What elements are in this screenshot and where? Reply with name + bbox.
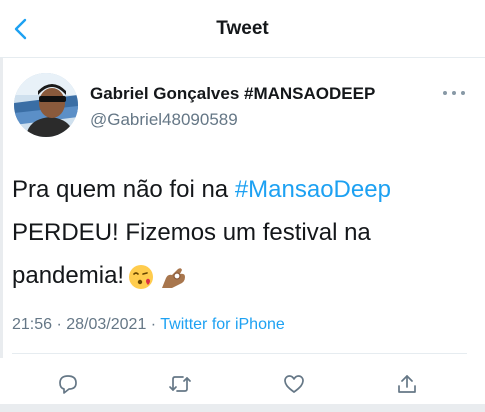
timestamp: 21:56 · 28/03/2021 · <box>12 316 161 333</box>
ok-hand-emoji <box>162 267 186 288</box>
like-button[interactable] <box>278 368 310 400</box>
more-dots-icon <box>443 91 447 95</box>
retweet-button[interactable] <box>164 368 196 400</box>
hashtag-link[interactable]: #MansaoDeep <box>235 176 391 203</box>
tweet-meta: 21:56 · 28/03/2021 · Twitter for iPhone <box>12 316 285 334</box>
tweet-text-part: PERDEU! Fizemos um festival na pandemia! <box>12 219 371 289</box>
reply-icon <box>59 375 77 394</box>
page-title: Tweet <box>216 18 269 39</box>
author-name[interactable]: Gabriel Gonçalves #MANSAODEEP <box>90 84 375 104</box>
share-icon <box>398 375 416 393</box>
source-link[interactable]: Twitter for iPhone <box>160 316 285 333</box>
face-blowing-kiss-emoji <box>129 264 154 289</box>
more-dots-icon <box>452 91 456 95</box>
left-edge-strip <box>0 58 3 358</box>
bottom-strip <box>0 404 485 412</box>
tweet-text: Pra quem não foi na #MansaoDeep PERDEU! … <box>12 168 472 297</box>
emoji-group <box>128 264 188 290</box>
more-options-button[interactable] <box>443 86 465 100</box>
reply-button[interactable] <box>52 368 84 400</box>
retweet-icon <box>169 376 191 392</box>
divider <box>12 353 467 354</box>
share-button[interactable] <box>391 368 423 400</box>
navigation-bar: Tweet <box>0 0 485 58</box>
avatar[interactable] <box>14 73 78 137</box>
tweet-text-part: Pra quem não foi na <box>12 176 235 203</box>
profile-photo <box>14 73 78 137</box>
more-dots-icon <box>461 91 465 95</box>
author-handle[interactable]: @Gabriel48090589 <box>90 110 238 130</box>
like-icon <box>284 375 304 393</box>
tweet-actions <box>0 364 485 404</box>
